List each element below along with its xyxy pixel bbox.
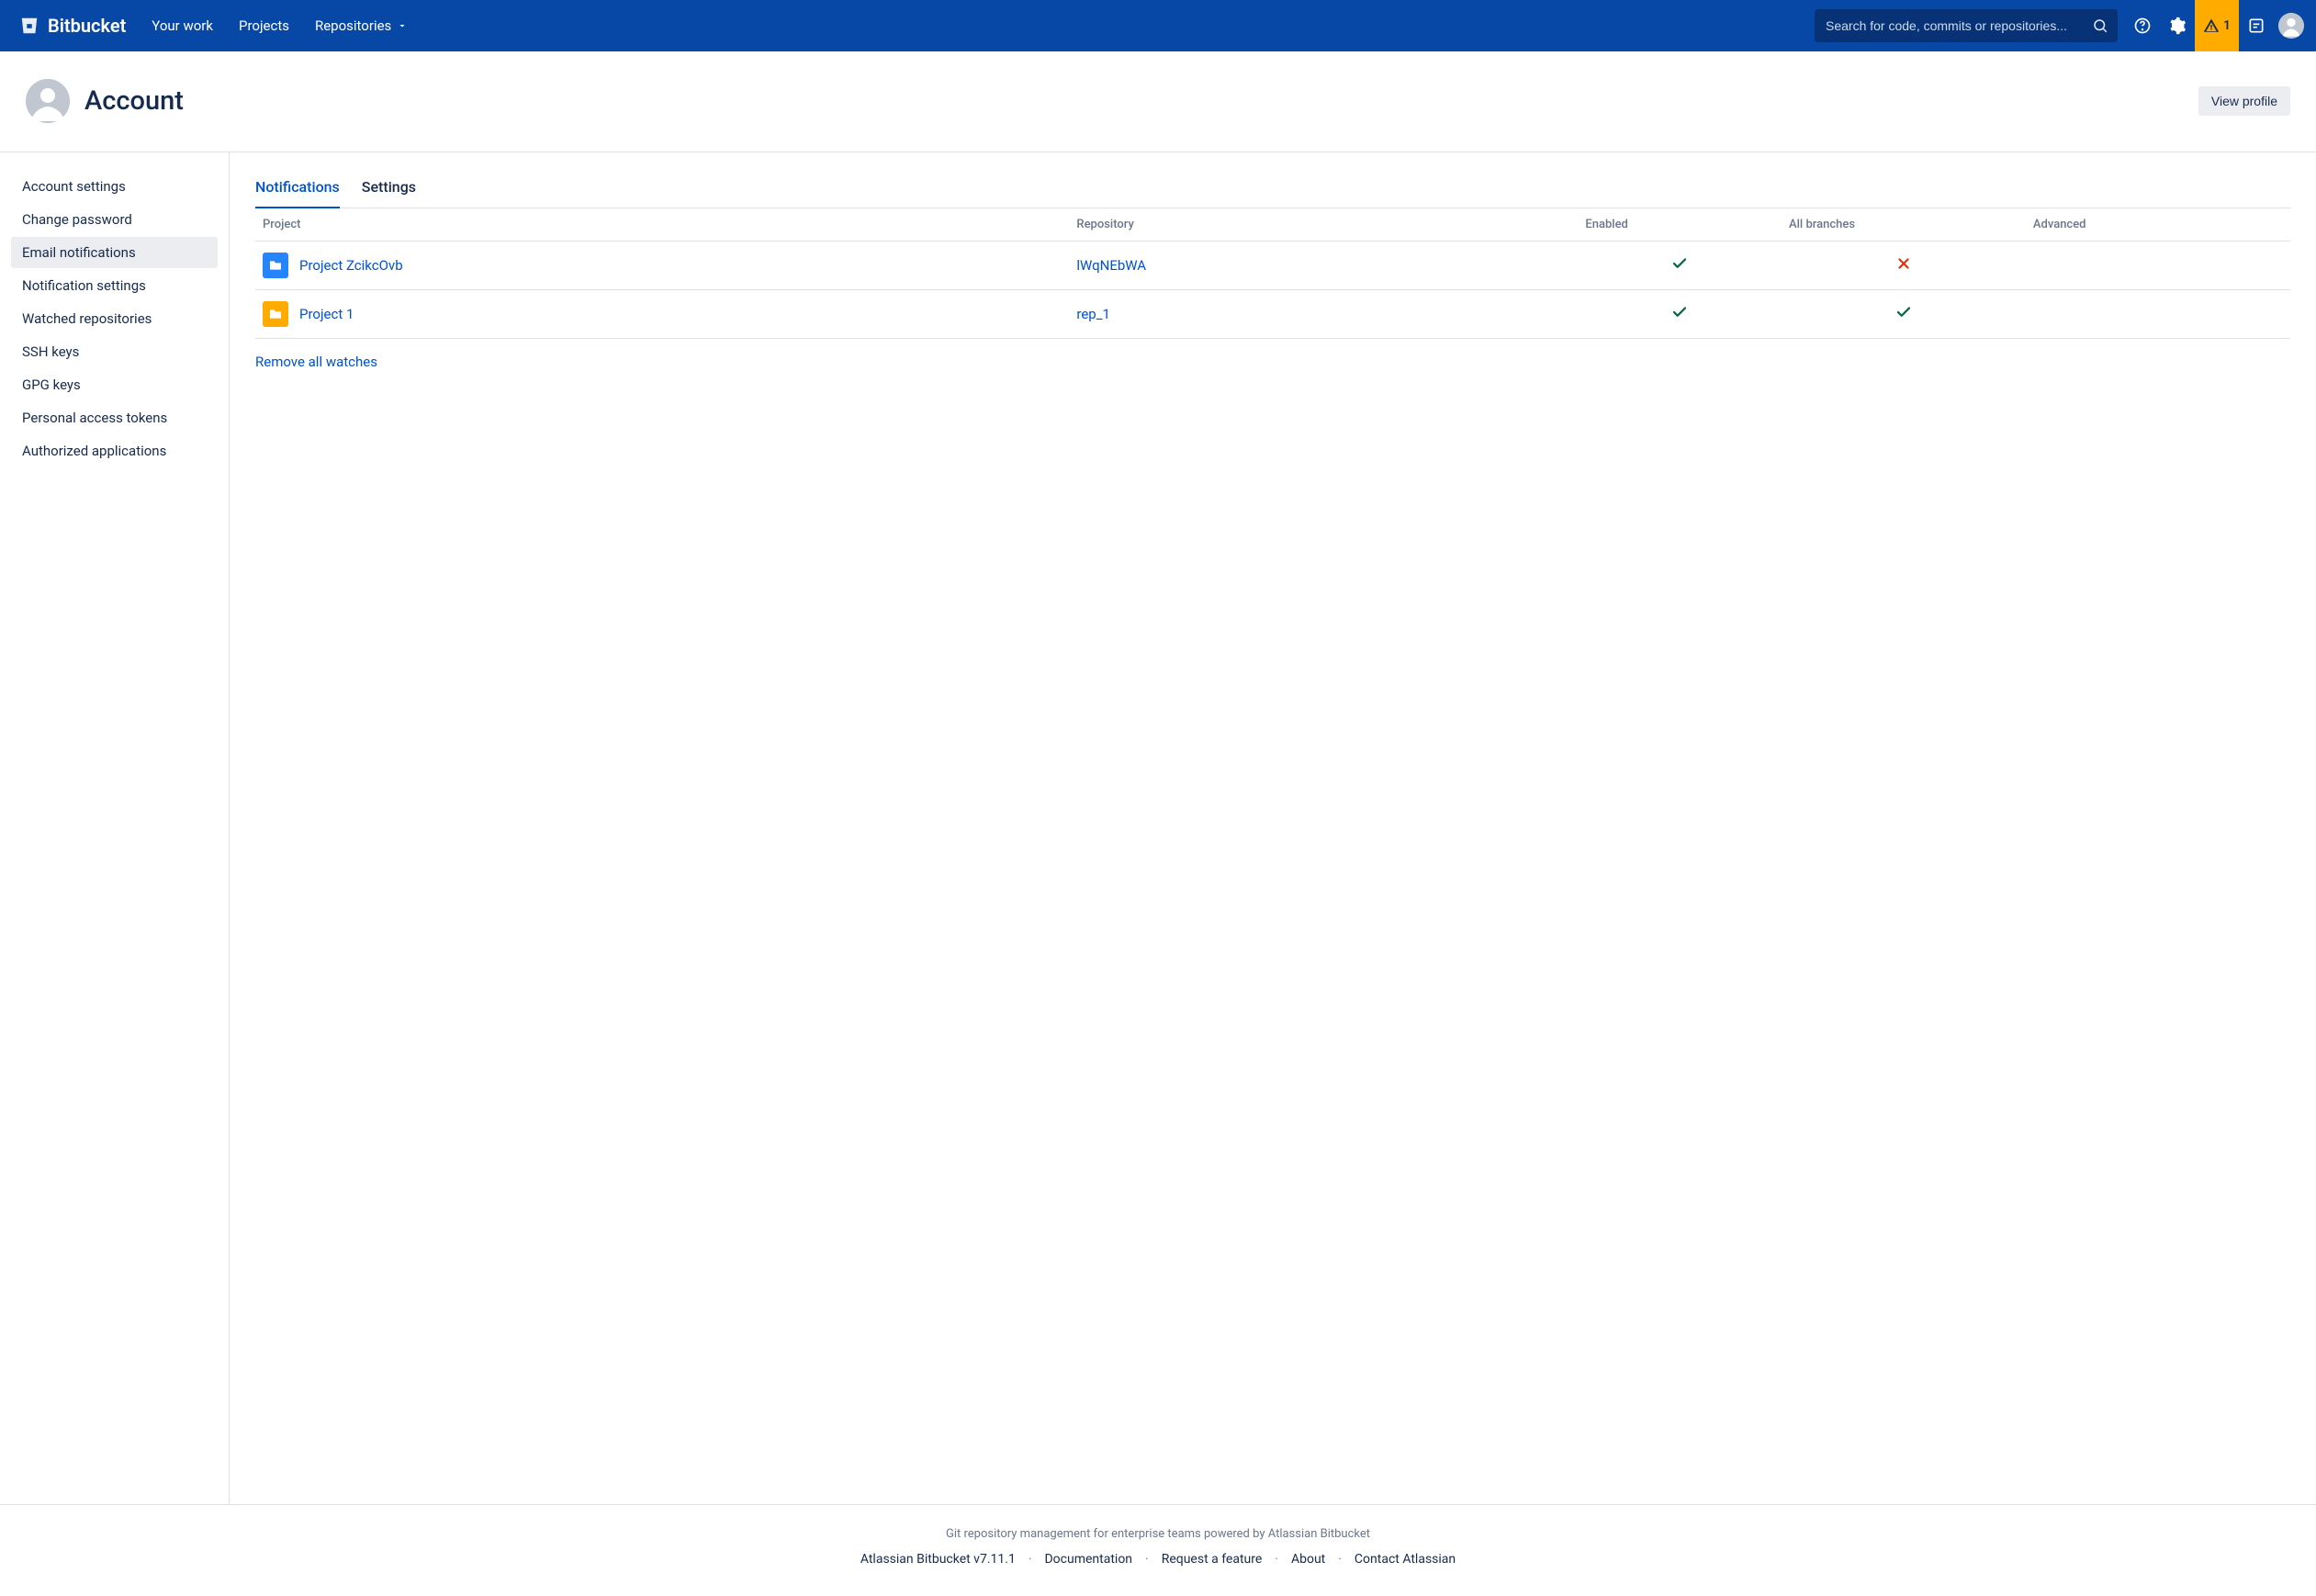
sidebar-item-notification-settings[interactable]: Notification settings: [11, 270, 218, 301]
project-link[interactable]: Project 1: [299, 306, 354, 322]
sidebar-item-authorized-applications[interactable]: Authorized applications: [11, 435, 218, 466]
sidebar-item-watched-repositories[interactable]: Watched repositories: [11, 303, 218, 334]
nav-repositories[interactable]: Repositories: [304, 10, 419, 41]
watches-table: Project Repository Enabled All branches …: [255, 208, 2290, 339]
nav-your-work-label: Your work: [152, 17, 213, 34]
dot-separator: ·: [1140, 1552, 1154, 1567]
th-advanced: Advanced: [2026, 208, 2290, 242]
cell-advanced: [2026, 289, 2290, 338]
dot-separator: ·: [1332, 1552, 1347, 1567]
th-enabled: Enabled: [1578, 208, 1782, 242]
cell-repository: lWqNEbWA: [1069, 241, 1578, 289]
view-profile-button[interactable]: View profile: [2198, 86, 2290, 116]
table-row: Project ZcikcOvb lWqNEbWA: [255, 241, 2290, 289]
search-icon: [2092, 17, 2108, 34]
brand-name: Bitbucket: [48, 15, 126, 37]
nav-your-work[interactable]: Your work: [141, 10, 224, 41]
sidebar-item-account-settings[interactable]: Account settings: [11, 171, 218, 202]
badge-icon: [2247, 17, 2265, 35]
brand-logo[interactable]: Bitbucket: [7, 15, 137, 37]
project-link[interactable]: Project ZcikcOvb: [299, 257, 403, 274]
th-repository: Repository: [1069, 208, 1578, 242]
alerts-count: 1: [2223, 18, 2231, 33]
footer-documentation-label: Documentation: [1044, 1552, 1132, 1567]
main-content: Notifications Settings Project Repositor…: [230, 152, 2316, 1504]
footer-links: Atlassian Bitbucket v7.11.1 · Documentat…: [0, 1552, 2316, 1567]
avatar-icon: [2278, 13, 2304, 39]
tabs: Notifications Settings: [255, 171, 2290, 208]
folder-icon: [263, 301, 288, 327]
sidebar-item-email-notifications[interactable]: Email notifications: [11, 237, 218, 268]
check-icon: [1671, 259, 1688, 275]
cell-enabled: [1578, 289, 1782, 338]
page-header: Account View profile: [0, 51, 2316, 152]
check-icon: [1671, 308, 1688, 324]
footer: Git repository management for enterprise…: [0, 1504, 2316, 1596]
footer-tagline: Git repository management for enterprise…: [0, 1527, 2316, 1541]
footer-request-label: Request a feature: [1162, 1552, 1263, 1567]
dot-separator: ·: [1023, 1552, 1038, 1567]
nav-left: Bitbucket Your work Projects Repositorie…: [7, 10, 419, 41]
tab-notifications[interactable]: Notifications: [255, 171, 340, 208]
help-icon: [2133, 17, 2152, 35]
footer-contact-link[interactable]: Contact Atlassian: [1355, 1552, 1456, 1567]
check-icon: [1895, 308, 1912, 324]
sidebar-item-gpg-keys[interactable]: GPG keys: [11, 369, 218, 400]
dot-separator: ·: [1269, 1552, 1284, 1567]
body: Account settingsChange passwordEmail not…: [0, 152, 2316, 1504]
folder-icon: [263, 253, 288, 278]
bitbucket-icon: [18, 15, 40, 37]
cell-enabled: [1578, 241, 1782, 289]
cell-repository: rep_1: [1069, 289, 1578, 338]
warning-icon: [2203, 17, 2220, 34]
search-box[interactable]: [1815, 9, 2118, 42]
footer-documentation-link[interactable]: Documentation: [1044, 1552, 1132, 1567]
alerts-button[interactable]: 1: [2195, 0, 2239, 51]
cell-project: Project ZcikcOvb: [255, 241, 1069, 289]
whats-new-button[interactable]: [2239, 0, 2274, 51]
cell-advanced: [2026, 241, 2290, 289]
nav-projects[interactable]: Projects: [228, 10, 300, 41]
cell-project: Project 1: [255, 289, 1069, 338]
footer-about-label: About: [1291, 1552, 1325, 1567]
sidebar-item-change-password[interactable]: Change password: [11, 204, 218, 235]
view-profile-label: View profile: [2211, 94, 2277, 108]
th-all-branches: All branches: [1782, 208, 2026, 242]
repository-link[interactable]: rep_1: [1076, 306, 1110, 322]
cell-all-branches: [1782, 241, 2026, 289]
settings-button[interactable]: [2160, 0, 2195, 51]
remove-all-label: Remove all watches: [255, 354, 377, 370]
tab-settings[interactable]: Settings: [362, 171, 416, 208]
footer-version: Atlassian Bitbucket v7.11.1: [860, 1552, 1016, 1567]
top-nav: Bitbucket Your work Projects Repositorie…: [0, 0, 2316, 51]
gear-icon: [2168, 17, 2187, 35]
footer-contact-label: Contact Atlassian: [1355, 1552, 1456, 1567]
tab-settings-label: Settings: [362, 178, 416, 196]
nav-right: 1: [1815, 0, 2309, 51]
th-project: Project: [255, 208, 1069, 242]
profile-menu[interactable]: [2274, 0, 2309, 51]
cross-icon: [1895, 259, 1912, 275]
sidebar: Account settingsChange passwordEmail not…: [0, 152, 230, 1504]
nav-repositories-label: Repositories: [315, 17, 391, 34]
help-button[interactable]: [2125, 0, 2160, 51]
footer-about-link[interactable]: About: [1291, 1552, 1325, 1567]
sidebar-item-ssh-keys[interactable]: SSH keys: [11, 336, 218, 367]
repository-link[interactable]: lWqNEbWA: [1076, 257, 1146, 274]
cell-all-branches: [1782, 289, 2026, 338]
table-row: Project 1 rep_1: [255, 289, 2290, 338]
tab-notifications-label: Notifications: [255, 178, 340, 196]
nav-projects-label: Projects: [239, 17, 289, 34]
account-avatar-icon: [26, 79, 70, 123]
remove-all-watches-link[interactable]: Remove all watches: [255, 354, 377, 370]
sidebar-item-personal-access-tokens[interactable]: Personal access tokens: [11, 402, 218, 433]
chevron-down-icon: [397, 20, 408, 31]
page-title: Account: [84, 85, 184, 117]
footer-request-feature-link[interactable]: Request a feature: [1162, 1552, 1263, 1567]
search-input[interactable]: [1824, 17, 2092, 34]
